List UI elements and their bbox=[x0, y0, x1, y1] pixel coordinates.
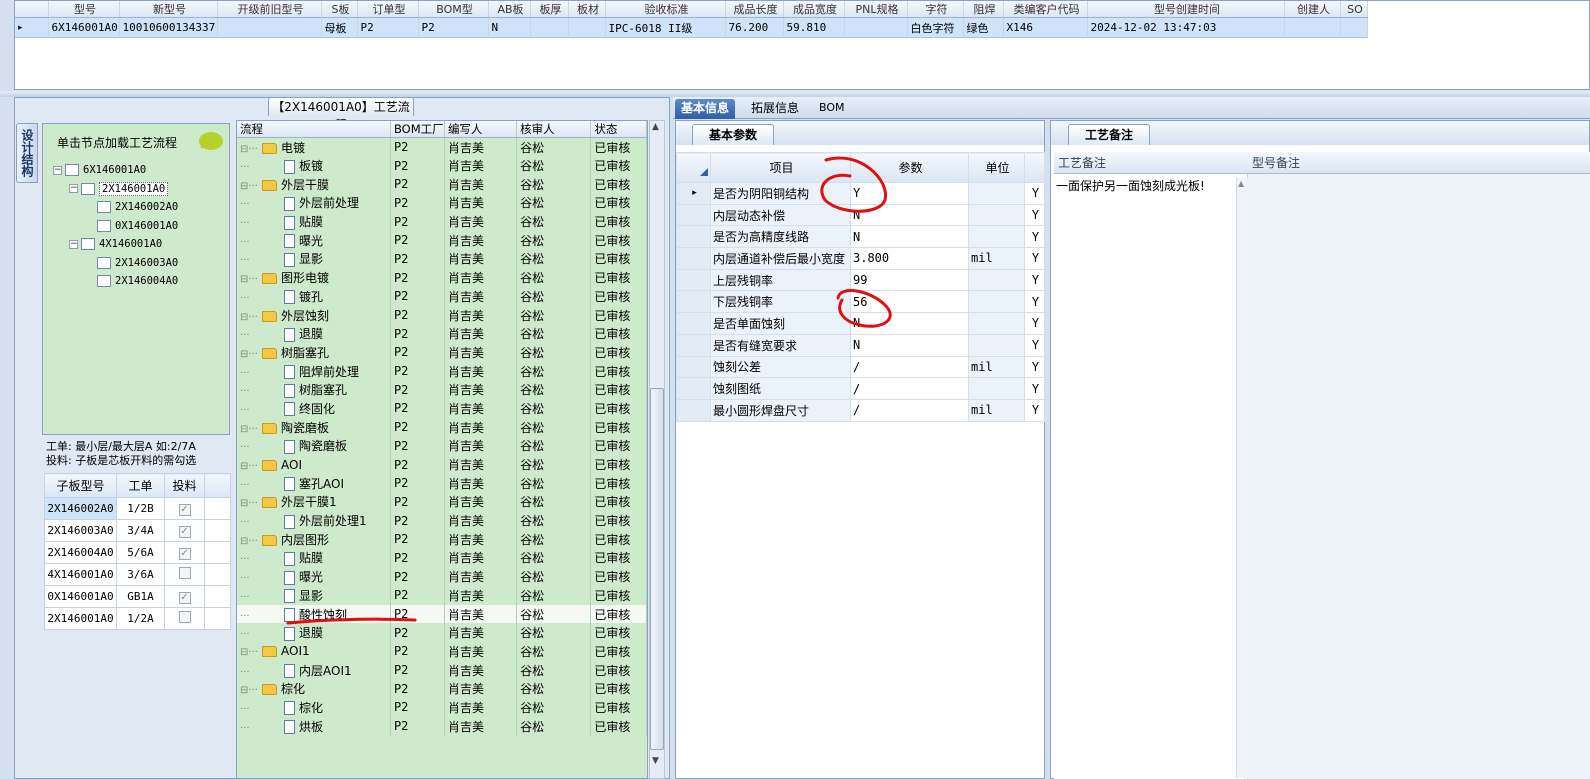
annotation-overlay bbox=[286, 156, 892, 625]
annotation-underline bbox=[286, 617, 417, 625]
app-window: 型号 新型号 开级前旧型号 S板 订单型 BOM型 AB板 板厚 板材 验收标准 成品长度 成品宽度 P… bbox=[0, 0, 1590, 779]
annotation-circle-1 bbox=[820, 156, 887, 213]
annotation-circle-2 bbox=[836, 289, 892, 328]
